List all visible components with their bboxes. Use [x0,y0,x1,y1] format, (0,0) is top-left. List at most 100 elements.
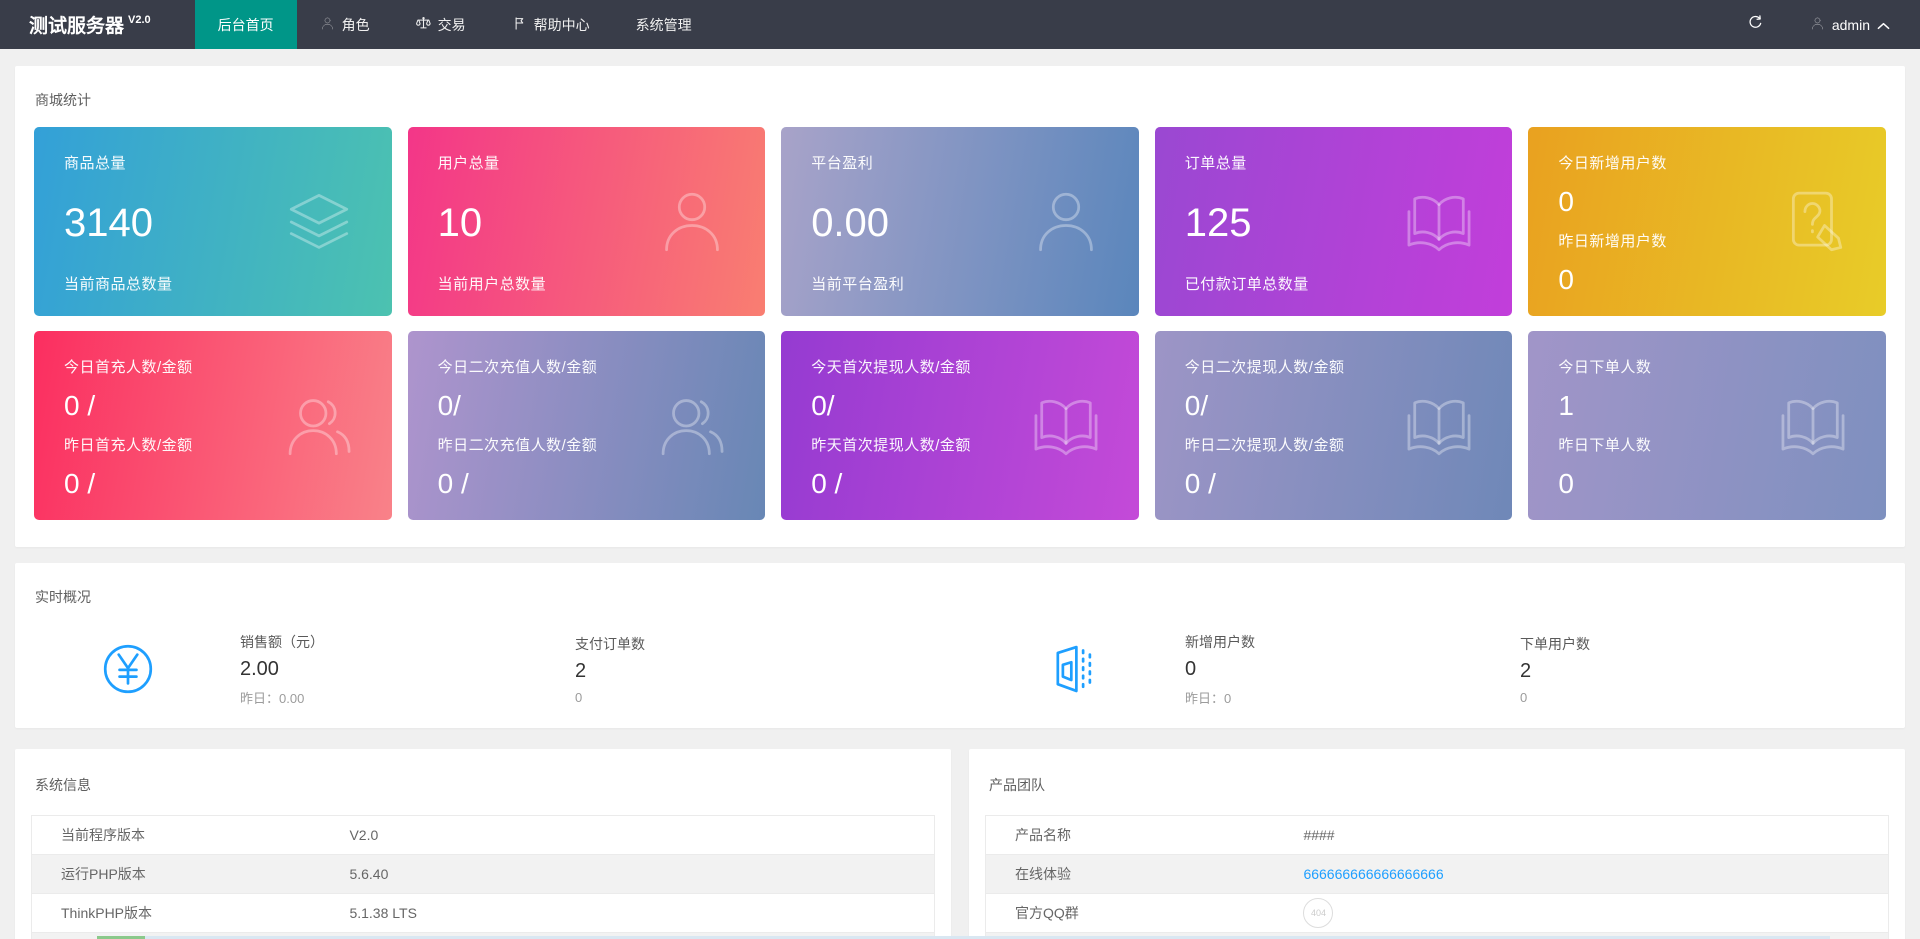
stat-card: 平台盈利 0.00 当前平台盈利 [781,127,1139,316]
building-icon [960,642,1185,696]
stat-card: 今日首充人数/金额 0 / 昨日首充人数/金额 0 / [34,331,392,520]
stat-card-label: 今日新增用户数 [1558,152,1856,173]
stat-card-value: 0/ [811,392,1109,420]
stat-card: 今日下单人数 1 昨日下单人数 0 [1528,331,1886,520]
stat-card-label: 今日下单人数 [1558,356,1856,377]
stat-card-text: 今日二次提现人数/金额 0/ 昨日二次提现人数/金额 0 / [1185,356,1483,498]
nav-item-label: 系统管理 [636,15,692,35]
stat-card-subvalue: 0 / [438,470,736,498]
table-row-label: 在线体验 [986,855,1275,894]
stat-card-sublabel: 昨日首充人数/金额 [64,434,362,455]
stat-card-label: 今天首次提现人数/金额 [811,356,1109,377]
stat-card: 今日二次充值人数/金额 0/ 昨日二次充值人数/金额 0 / [408,331,766,520]
table-row-value: V2.0 [320,816,934,855]
nav-item-label: 角色 [342,15,370,35]
stat-card-value: 0.00 [811,203,1109,243]
table-row-value: 404 [1274,894,1888,933]
stat-card-label: 商品总量 [64,152,362,173]
stat-card-sublabel: 已付款订单总数量 [1185,273,1483,294]
table-row-label: 运行PHP版本 [32,855,321,894]
realtime-stat-sub: 0 [575,690,910,705]
stat-card-value: 10 [438,203,736,243]
table-row-value: 666666666666666666 [1274,855,1888,894]
stat-card-sublabel: 昨日新增用户数 [1558,230,1856,251]
table-row-label: 产品名称 [986,816,1275,855]
nav-item-帮助中心[interactable]: 帮助中心 [489,0,613,49]
stat-card: 订单总量 125 已付款订单总数量 [1155,127,1513,316]
system-info-title: 系统信息 [15,749,951,809]
mall-stats-title: 商城统计 [15,66,1905,110]
product-team-table: 产品名称 #### 在线体验 666666666666666666 官方QQ群 … [985,815,1889,939]
table-row-label: ThinkPHP版本 [32,894,321,933]
stat-card-subvalue: 0 [1558,470,1856,498]
main-nav: 后台首页 角色 交易 帮助中心 系统管理 [195,0,715,49]
app-logo[interactable]: 测试服务器 V2.0 [0,0,181,49]
realtime-stat-label: 新增用户数 [1185,632,1520,652]
realtime-stat-sub: 0 [1520,690,1855,705]
stat-card: 今天首次提现人数/金额 0/ 昨天首次提现人数/金额 0 / [781,331,1139,520]
realtime-group: 新增用户数 0 昨日：0 下单用户数 2 0 [960,632,1905,707]
online-demo-link[interactable]: 666666666666666666 [1303,866,1443,882]
user-icon [320,16,335,34]
nav-item-系统管理[interactable]: 系统管理 [613,0,715,49]
stat-card-label: 今日首充人数/金额 [64,356,362,377]
nav-item-label: 后台首页 [218,15,274,35]
stat-card-value: 0/ [1185,392,1483,420]
bottom-panels: 系统信息 当前程序版本 V2.0 运行PHP版本 5.6.40 ThinkPHP… [15,749,1905,939]
realtime-panel: 实时概况 销售额（元） 2.00 昨日：0.00 支付订单数 2 0 新增用户数… [15,563,1905,728]
stat-card-sublabel: 当前平台盈利 [811,273,1109,294]
yen-circle-icon [15,642,240,696]
stat-card-text: 用户总量 10 当前用户总数量 [438,152,736,294]
scales-icon [416,16,431,34]
table-row: 运行PHP版本 5.6.40 [32,855,935,894]
realtime-stat-label: 下单用户数 [1520,634,1855,654]
realtime-stat: 销售额（元） 2.00 昨日：0.00 [240,632,575,707]
nav-item-角色[interactable]: 角色 [297,0,393,49]
stat-card-label: 平台盈利 [811,152,1109,173]
realtime-content: 销售额（元） 2.00 昨日：0.00 支付订单数 2 0 新增用户数 0 昨日… [15,607,1905,723]
stat-card-value: 125 [1185,203,1483,243]
stat-card-subvalue: 0 / [1185,470,1483,498]
stat-card-sublabel: 昨日下单人数 [1558,434,1856,455]
nav-item-后台首页[interactable]: 后台首页 [195,0,297,49]
navbar-right: admin [1721,0,1920,49]
nav-item-label: 帮助中心 [534,15,590,35]
stat-card-label: 今日二次充值人数/金额 [438,356,736,377]
stat-card-text: 平台盈利 0.00 当前平台盈利 [811,152,1109,294]
mall-stats-panel: 商城统计 商品总量 3140 当前商品总数量 用户总量 10 当前用户总数量 平… [15,66,1905,547]
stat-card-sublabel: 当前商品总数量 [64,273,362,294]
username: admin [1832,17,1870,33]
table-row: 官方QQ群 404 [986,894,1889,933]
stat-card: 今日新增用户数 0 昨日新增用户数 0 [1528,127,1886,316]
product-team-title: 产品团队 [969,749,1905,809]
stat-cards-grid: 商品总量 3140 当前商品总数量 用户总量 10 当前用户总数量 平台盈利 0… [15,110,1905,547]
stat-card-value: 1 [1558,392,1856,420]
nav-item-交易[interactable]: 交易 [393,0,489,49]
stat-card-sublabel: 昨日二次充值人数/金额 [438,434,736,455]
stat-card-value: 3140 [64,203,362,243]
realtime-stat-value: 2 [1520,660,1855,683]
app-version: V2.0 [128,14,151,26]
realtime-stat: 下单用户数 2 0 [1520,634,1855,705]
app-title: 测试服务器 [29,11,124,38]
table-row-value: 5.1.38 LTS [320,894,934,933]
stat-card-label: 今日二次提现人数/金额 [1185,356,1483,377]
realtime-stat-label: 支付订单数 [575,634,910,654]
refresh-icon [1747,14,1764,36]
stat-card-value: 0 [1558,188,1856,216]
refresh-button[interactable] [1721,0,1790,49]
table-row: 产品名称 #### [986,816,1889,855]
user-menu[interactable]: admin [1790,0,1920,49]
stat-card-sublabel: 昨天首次提现人数/金额 [811,434,1109,455]
table-row: 在线体验 666666666666666666 [986,855,1889,894]
top-navbar: 测试服务器 V2.0 后台首页 角色 交易 帮助中心 系统管理 admin [0,0,1920,49]
table-row-label: 官方QQ群 [986,894,1275,933]
realtime-stat-sub: 昨日：0 [1185,688,1520,707]
stat-card-text: 今日首充人数/金额 0 / 昨日首充人数/金额 0 / [64,356,362,498]
table-row-value: #### [1274,816,1888,855]
stat-card-subvalue: 0 [1558,266,1856,294]
stat-card-subvalue: 0 / [811,470,1109,498]
stat-card-sublabel: 当前用户总数量 [438,273,736,294]
realtime-stat-value: 2.00 [240,658,575,681]
realtime-stat-value: 0 [1185,658,1520,681]
